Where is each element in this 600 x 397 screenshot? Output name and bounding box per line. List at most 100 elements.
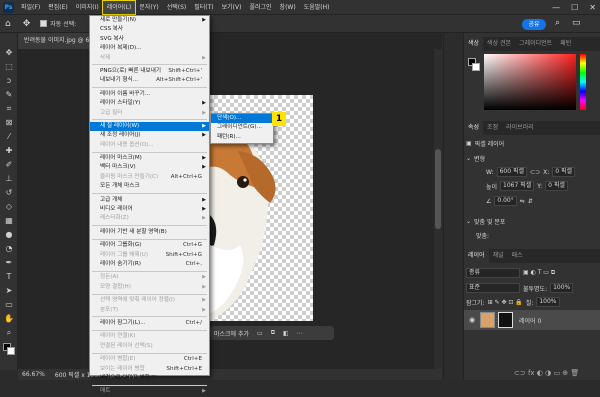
maximize-icon[interactable]: ☐ <box>571 0 578 15</box>
menu-item[interactable]: 레이어 스타일(Y) ▶ <box>90 99 209 108</box>
menu-9[interactable]: 창(W) <box>276 1 300 14</box>
layer-row[interactable]: ◉ 레이어 0 <box>464 310 600 330</box>
home-icon[interactable]: ⌂ <box>5 19 11 29</box>
kind-filter[interactable]: 종류 <box>466 268 520 278</box>
close-icon[interactable]: ✕ <box>589 0 596 15</box>
document-tab[interactable]: 반려동물 이미지.jpg @ 6 <box>18 33 92 49</box>
menu-item[interactable]: 레이어 기반 새 분할 영역(B) <box>90 228 209 237</box>
menu-item[interactable]: 레이어 복제(D)... <box>90 44 209 53</box>
width-field[interactable]: 600 픽셀 <box>496 167 528 177</box>
menu-0[interactable]: 파일(F) <box>17 1 44 14</box>
crop-tool-icon[interactable]: ⌗ <box>3 104 15 114</box>
menu-item[interactable]: 레이어 잠그기(L)... Ctrl+/ <box>90 319 209 328</box>
menu-item[interactable]: 그레이디언트(G)... <box>211 123 273 132</box>
panel-tab[interactable]: 채널 <box>489 249 508 263</box>
menu-item[interactable]: CSS 복사 <box>90 25 209 34</box>
menu-item[interactable]: 새 조정 레이어(J) ▶ <box>90 131 209 140</box>
stamp-tool-icon[interactable]: ⊥ <box>3 174 15 184</box>
workspace-icon[interactable]: ▭ <box>572 18 581 28</box>
share-button[interactable]: 공유 <box>522 19 546 30</box>
gradient-tool-icon[interactable]: ▦ <box>3 216 15 226</box>
chevron-down-icon[interactable]: ⌄ <box>466 218 471 225</box>
dodge-tool-icon[interactable]: ◔ <box>3 244 15 254</box>
lasso-tool-icon[interactable]: ↄ <box>3 76 15 86</box>
menu-item[interactable]: 새로 만들기(N) ▶ <box>90 16 209 25</box>
menu-item[interactable]: 내보내기 형식... Alt+Shift+Ctrl+' <box>90 76 209 85</box>
height-field[interactable]: 1067 픽셀 <box>500 181 535 191</box>
menu-item[interactable]: 배경으로 이미지 병합(F) <box>90 374 209 383</box>
menu-4[interactable]: 문자(Y) <box>135 1 162 14</box>
panel-tab[interactable]: 레이어 <box>464 249 489 263</box>
panel-tab[interactable]: 라이브러리 <box>502 121 538 135</box>
eyedropper-tool-icon[interactable]: ⁄ <box>3 132 15 142</box>
move-tool-icon[interactable]: ✥ <box>3 48 15 58</box>
menu-2[interactable]: 이미지(I) <box>72 1 103 14</box>
panel-tab[interactable]: 패스 <box>508 249 527 263</box>
add-mask-label[interactable]: 마스크에 추가 <box>214 329 249 338</box>
move-tool-icon[interactable]: ✥ <box>23 19 31 29</box>
menu-item[interactable]: 비디오 레이어 ▶ <box>90 205 209 214</box>
hue-slider[interactable] <box>580 54 586 110</box>
menu-5[interactable]: 선택(S) <box>163 1 191 14</box>
menu-item[interactable]: 레이어 그룹화(G) Ctrl+G <box>90 241 209 250</box>
panel-tab[interactable]: 패턴 <box>556 37 575 51</box>
zoom-level[interactable]: 66.67% <box>22 371 45 378</box>
menu-7[interactable]: 보기(V) <box>218 1 246 14</box>
vertical-scrollbar[interactable] <box>434 49 442 369</box>
menu-3[interactable]: 레이어(L) <box>101 0 137 15</box>
link-icon[interactable]: ⊂⊃ <box>530 169 540 176</box>
quick-select-tool-icon[interactable]: ✎ <box>3 90 15 100</box>
pen-tool-icon[interactable]: ✒ <box>3 258 15 268</box>
menu-8[interactable]: 플러그인 <box>245 1 275 14</box>
eraser-tool-icon[interactable]: ◇ <box>3 202 15 212</box>
path-select-tool-icon[interactable]: ➤ <box>3 286 15 296</box>
eye-icon[interactable]: ◉ <box>469 316 475 324</box>
background-swatch[interactable] <box>472 63 480 71</box>
lock-icons[interactable]: ⊞ ✎ ✥ ⊡ 🔒 <box>488 299 523 306</box>
panel-tab[interactable]: 조정 <box>483 121 502 135</box>
menu-item[interactable]: 모든 개체 마스크 <box>90 182 209 191</box>
menu-item[interactable]: SVG 복사 <box>90 35 209 44</box>
menu-10[interactable]: 도움말(H) <box>300 1 334 14</box>
frame-tool-icon[interactable]: ⊠ <box>3 118 15 128</box>
background-color-swatch[interactable] <box>7 347 15 355</box>
menu-item[interactable]: PNG으(로) 빠른 내보내기 Shift+Ctrl+' <box>90 67 209 76</box>
layer-name[interactable]: 레이어 0 <box>519 316 541 325</box>
panel-tab[interactable]: 속성 <box>464 121 484 135</box>
panel-tab[interactable]: 색상 <box>464 37 484 51</box>
blur-tool-icon[interactable]: ● <box>3 230 15 240</box>
menu-item[interactable]: 새 칠 레이어(W) ▶ <box>90 121 209 132</box>
flip-h-icon[interactable]: ⇋ <box>520 198 525 205</box>
type-tool-icon[interactable]: T <box>3 272 15 282</box>
rectangle-tool-icon[interactable]: ▭ <box>3 300 15 310</box>
menu-6[interactable]: 필터(T) <box>190 1 217 14</box>
minimize-icon[interactable]: — <box>552 0 560 15</box>
chevron-down-icon[interactable]: ⌄ <box>466 155 471 162</box>
marquee-tool-icon[interactable]: ⬚ <box>3 62 15 72</box>
filter-icons[interactable]: ▣ ◐ T ▭ ⧉ <box>523 269 555 277</box>
zoom-tool-icon[interactable]: ⌕ <box>3 328 15 338</box>
blend-mode-select[interactable]: 표준 <box>466 283 520 293</box>
layer-panel-footer-icons[interactable]: ⊂⊃ fx ◐ ◑ ▭ ⊕ 🗑 <box>514 369 579 377</box>
scroll-thumb[interactable] <box>435 149 441 229</box>
color-picker-field[interactable] <box>484 54 576 110</box>
menu-item[interactable]: 벡터 마스크(V) ▶ <box>90 163 209 172</box>
history-brush-icon[interactable]: ↺ <box>3 188 15 198</box>
menu-item[interactable]: 레이어 숨기기(R) Ctrl+, <box>90 260 209 269</box>
more-options-icon[interactable]: ⋯ <box>297 330 303 337</box>
context-icon-2[interactable]: ⧉ <box>271 329 275 337</box>
x-field[interactable]: 0 픽셀 <box>552 167 575 177</box>
menu-item[interactable]: 단색(O)... <box>211 114 273 124</box>
hand-tool-icon[interactable]: ✋ <box>3 314 15 324</box>
fill-field[interactable]: 100% <box>536 297 560 307</box>
brush-tool-icon[interactable]: ✐ <box>3 160 15 170</box>
menu-item[interactable]: 레이어 마스크(M) ▶ <box>90 154 209 163</box>
angle-field[interactable]: 0.00° <box>494 196 517 206</box>
opacity-field[interactable]: 100% <box>550 283 574 293</box>
menu-item[interactable]: 레이어 이름 바꾸기... <box>90 90 209 99</box>
healing-brush-icon[interactable]: ✚ <box>3 146 15 156</box>
context-icon-1[interactable]: ▭ <box>257 330 263 337</box>
search-icon[interactable]: ⌕ <box>555 18 560 28</box>
panel-tab[interactable]: 색상 견본 <box>483 37 515 51</box>
y-field[interactable]: 0 픽셀 <box>545 181 568 191</box>
